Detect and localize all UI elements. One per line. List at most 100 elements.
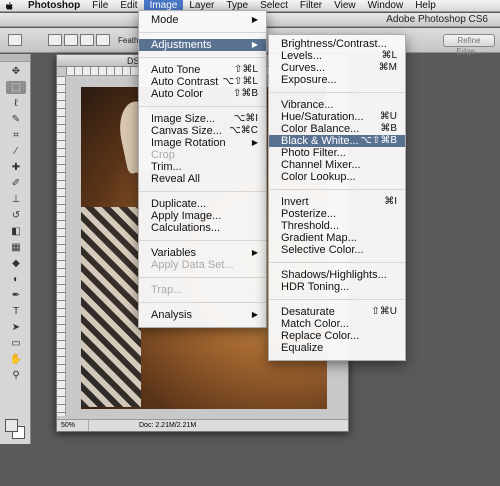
new-selection-icon[interactable]	[48, 34, 62, 46]
zoom-level[interactable]: 50%	[61, 420, 89, 431]
menu-item-reveal-all[interactable]: Reveal All	[139, 173, 266, 185]
gradient-tool-icon[interactable]: ▦	[6, 241, 26, 254]
healing-brush-tool-icon[interactable]: ✚	[6, 161, 26, 174]
submenu-arrow-icon: ▶	[251, 40, 258, 49]
marquee-options-icon[interactable]	[8, 34, 22, 46]
tools-panel-header[interactable]	[0, 54, 30, 62]
adjustments-submenu: Brightness/Contrast... Levels... ⌘L Curves.…	[268, 34, 406, 361]
brush-tool-icon[interactable]: ✐	[6, 177, 26, 190]
menu-item-trim[interactable]: Trim...	[139, 161, 266, 173]
zoom-tool-icon[interactable]: ⚲	[6, 369, 26, 382]
menu-separator	[269, 299, 405, 300]
menu-item-label: Image Size...	[151, 113, 216, 125]
menu-item-selective-color[interactable]: Selective Color...	[269, 244, 405, 256]
menu-item-calculations[interactable]: Calculations...	[139, 222, 266, 234]
menu-item-brightness-contrast[interactable]: Brightness/Contrast...	[269, 38, 405, 50]
menu-item-label: Posterize...	[281, 208, 337, 220]
blur-tool-icon[interactable]: ◆	[6, 257, 26, 270]
hand-tool-icon[interactable]: ✋	[6, 353, 26, 366]
photo-blanket	[81, 207, 141, 407]
menu-item-gradient-map[interactable]: Gradient Map...	[269, 232, 405, 244]
menu-item-apply-image[interactable]: Apply Image...	[139, 210, 266, 222]
menu-item-shortcut: ⇧⌘U	[371, 306, 397, 317]
menu-item-channel-mixer[interactable]: Channel Mixer...	[269, 159, 405, 171]
eyedropper-tool-icon[interactable]: ⁄	[6, 145, 26, 158]
menubar-item-file[interactable]: File	[86, 0, 114, 12]
menu-item-invert[interactable]: Invert ⌘I	[269, 196, 405, 208]
subtract-selection-icon[interactable]	[80, 34, 94, 46]
quick-select-tool-icon[interactable]: ✎	[6, 113, 26, 126]
menu-item-auto-color[interactable]: Auto Color ⇧⌘B	[139, 88, 266, 100]
menu-item-auto-contrast[interactable]: Auto Contrast ⌥⇧⌘L	[139, 76, 266, 88]
menu-item-photo-filter[interactable]: Photo Filter...	[269, 147, 405, 159]
menubar-item-window[interactable]: Window	[362, 0, 410, 12]
menu-bottom-padding	[269, 354, 405, 360]
clone-stamp-tool-icon[interactable]: ⊥	[6, 193, 26, 206]
menu-item-match-color[interactable]: Match Color...	[269, 318, 405, 330]
intersect-selection-icon[interactable]	[96, 34, 110, 46]
menu-item-image-rotation[interactable]: Image Rotation ▶	[139, 137, 266, 149]
menu-item-shortcut: ⌥⇧⌘L	[222, 76, 258, 87]
document-size-info[interactable]: Doc: 2.21M/2.21M	[139, 420, 196, 431]
menu-item-curves[interactable]: Curves... ⌘M	[269, 62, 405, 74]
path-select-tool-icon[interactable]: ➤	[6, 321, 26, 334]
menu-item-label: Apply Data Set...	[151, 259, 234, 271]
crop-tool-icon[interactable]: ⌗	[6, 129, 26, 142]
menu-item-label: Curves...	[281, 62, 326, 74]
menu-separator	[139, 57, 266, 58]
menu-item-hdr-toning[interactable]: HDR Toning...	[269, 281, 405, 293]
menu-item-vibrance[interactable]: Vibrance...	[269, 99, 405, 111]
menu-item-variables[interactable]: Variables ▶	[139, 247, 266, 259]
color-swatches[interactable]	[5, 419, 27, 441]
move-tool-icon[interactable]: ✥	[6, 65, 26, 78]
menu-item-image-size[interactable]: Image Size... ⌥⌘I	[139, 113, 266, 125]
menu-item-color-lookup[interactable]: Color Lookup...	[269, 171, 405, 183]
menu-item-label: Duplicate...	[151, 198, 207, 210]
menu-item-label: Auto Tone	[151, 64, 201, 76]
type-tool-icon[interactable]: T	[6, 305, 26, 318]
menu-item-threshold[interactable]: Threshold...	[269, 220, 405, 232]
refine-edge-button[interactable]: Refine Edge...	[443, 34, 495, 56]
lasso-tool-icon[interactable]: ℓ	[6, 97, 26, 110]
menu-item-mode[interactable]: Mode ▶	[139, 14, 266, 26]
menu-item-shortcut: ⌘B	[380, 123, 397, 134]
image-menu: Mode ▶ Adjustments ▶ Auto Tone ⇧⌘L Auto Contra…	[138, 10, 267, 328]
menu-separator	[269, 262, 405, 263]
menubar-item-photoshop[interactable]: Photoshop	[22, 0, 86, 12]
menu-item-label: Channel Mixer...	[281, 159, 361, 171]
menu-item-auto-tone[interactable]: Auto Tone ⇧⌘L	[139, 64, 266, 76]
pen-tool-icon[interactable]: ✒	[6, 289, 26, 302]
menu-item-color-balance[interactable]: Color Balance... ⌘B	[269, 123, 405, 135]
menu-item-label: Adjustments	[151, 39, 212, 51]
menu-item-label: Trap...	[151, 284, 183, 296]
menu-item-desaturate[interactable]: Desaturate ⇧⌘U	[269, 306, 405, 318]
menu-item-analysis[interactable]: Analysis ▶	[139, 309, 266, 321]
menu-item-replace-color[interactable]: Replace Color...	[269, 330, 405, 342]
submenu-arrow-icon: ▶	[251, 15, 258, 24]
menu-item-equalize[interactable]: Equalize	[269, 342, 405, 354]
menubar-item-help[interactable]: Help	[409, 0, 442, 12]
menu-item-shadows-highlights[interactable]: Shadows/Highlights...	[269, 269, 405, 281]
menu-item-duplicate[interactable]: Duplicate...	[139, 198, 266, 210]
menu-item-shortcut: ⇧⌘B	[232, 88, 258, 99]
eraser-tool-icon[interactable]: ◧	[6, 225, 26, 238]
menu-item-hue-saturation[interactable]: Hue/Saturation... ⌘U	[269, 111, 405, 123]
history-brush-tool-icon[interactable]: ↺	[6, 209, 26, 222]
menu-item-posterize[interactable]: Posterize...	[269, 208, 405, 220]
shape-tool-icon[interactable]: ▭	[6, 337, 26, 350]
menu-item-black-white[interactable]: Black & White... ⌥⇧⌘B	[269, 135, 405, 147]
menu-item-exposure[interactable]: Exposure...	[269, 74, 405, 86]
menu-item-canvas-size[interactable]: Canvas Size... ⌥⌘C	[139, 125, 266, 137]
menubar-item-filter[interactable]: Filter	[294, 0, 328, 12]
apple-icon[interactable]	[4, 1, 14, 11]
menu-item-adjustments[interactable]: Adjustments ▶	[139, 39, 266, 51]
menu-item-levels[interactable]: Levels... ⌘L	[269, 50, 405, 62]
dodge-tool-icon[interactable]: ◐	[6, 273, 26, 286]
marquee-tool-icon[interactable]: ⬚	[6, 81, 26, 94]
add-selection-icon[interactable]	[64, 34, 78, 46]
tools-panel: ✥ ⬚ ℓ ✎ ⌗ ⁄ ✚ ✐ ⊥ ↺ ◧ ▦ ◆ ◐ ✒ T ➤ ▭ ✋ ⚲	[0, 54, 31, 444]
menu-item-label: Gradient Map...	[281, 232, 357, 244]
menu-bottom-padding	[139, 321, 266, 327]
menubar-item-view[interactable]: View	[328, 0, 362, 12]
foreground-color-swatch[interactable]	[5, 419, 18, 432]
